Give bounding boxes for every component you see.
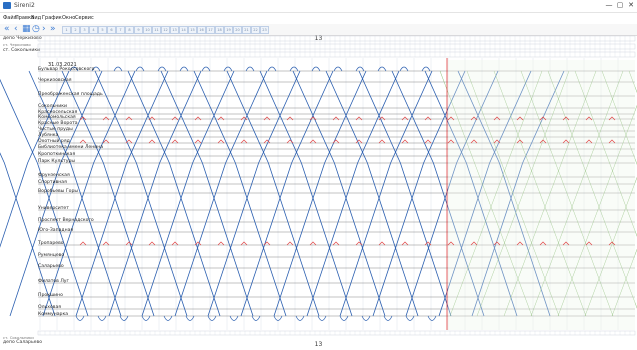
station-label: Филатов Луг: [38, 279, 69, 284]
hour-bottom-label: 13: [314, 341, 323, 348]
turnaround-loop: [119, 315, 129, 321]
station-label: Преображенская площадь: [38, 92, 103, 97]
delay-marker: [125, 241, 133, 246]
turnaround-loop: [421, 66, 431, 72]
station-label: Бульвар Рокоссовского: [38, 67, 95, 72]
station-label: Тропарево: [38, 241, 64, 246]
turnaround-loop: [75, 315, 85, 321]
turnaround-loop: [207, 315, 217, 321]
turnaround-loop: [333, 66, 343, 72]
delay-marker: [171, 116, 179, 121]
station-label: Библиотека имени Ленина: [38, 145, 104, 150]
delay-marker: [309, 241, 317, 246]
time-ruler-band: [37, 330, 636, 336]
delay-marker: [401, 116, 409, 121]
station-label: Парк Культуры: [38, 159, 75, 164]
turnaround-loop: [339, 315, 349, 321]
turnaround-loop: [405, 315, 415, 321]
turnaround-loop: [245, 66, 255, 72]
delay-marker: [171, 139, 179, 144]
delay-marker: [286, 241, 294, 246]
delay-marker: [79, 139, 87, 144]
turnaround-loop: [317, 315, 327, 321]
delay-marker: [171, 241, 179, 246]
time-ruler-band: [37, 51, 636, 58]
turnaround-loop: [377, 66, 387, 72]
turnaround-loop: [295, 315, 305, 321]
turnaround-loop: [229, 315, 239, 321]
delay-marker: [79, 241, 87, 246]
station-label: Воробьевы Горы: [38, 189, 79, 194]
delay-marker: [332, 241, 340, 246]
station-label: Саларьево: [38, 264, 64, 269]
turnaround-loop: [163, 315, 173, 321]
turnaround-loop: [399, 66, 409, 72]
station-label: Спортивная: [38, 180, 67, 185]
delay-marker: [194, 116, 202, 121]
delay-marker: [424, 139, 432, 144]
station-label: Черкизовская: [38, 78, 72, 83]
delay-marker: [148, 241, 156, 246]
station-label: Юго-Западная: [38, 228, 74, 233]
station-label: Румянцево: [38, 253, 65, 258]
turnaround-loop: [383, 315, 393, 321]
station-label: Проспект Вернадского: [38, 218, 94, 223]
turnaround-loop: [311, 66, 321, 72]
turnaround-loop: [201, 66, 211, 72]
delay-marker: [355, 116, 363, 121]
delay-marker: [217, 116, 225, 121]
turnaround-loop: [223, 66, 233, 72]
delay-marker: [148, 116, 156, 121]
delay-marker: [148, 139, 156, 144]
delay-marker: [263, 116, 271, 121]
station-label: Коммунарка: [38, 312, 69, 317]
station-label: Ольховая: [38, 305, 62, 310]
turnaround-loop: [113, 66, 123, 72]
station-label: Университет: [38, 206, 69, 211]
time-ruler-band: [37, 35, 636, 42]
turnaround-loop: [289, 66, 299, 72]
turnaround-loop: [427, 315, 437, 321]
station-label: Кропоткинская: [38, 152, 76, 157]
delay-marker: [125, 116, 133, 121]
turnaround-loop: [267, 66, 277, 72]
station-label: Прокшино: [38, 293, 63, 298]
delay-marker: [217, 139, 225, 144]
turnaround-loop: [135, 66, 145, 72]
delay-marker: [424, 116, 432, 121]
delay-marker: [286, 116, 294, 121]
delay-marker: [194, 139, 202, 144]
turnaround-loop: [141, 315, 151, 321]
planned-area: [448, 60, 635, 330]
delay-marker: [401, 241, 409, 246]
train-schedule-graph[interactable]: [0, 0, 637, 350]
delay-marker: [332, 116, 340, 121]
delay-marker: [217, 241, 225, 246]
turnaround-loop: [361, 315, 371, 321]
turnaround-loop: [251, 315, 261, 321]
turnaround-loop: [97, 315, 107, 321]
delay-marker: [309, 139, 317, 144]
station-label: Фрунзенская: [38, 173, 70, 178]
time-ruler-band: [37, 43, 636, 50]
delay-marker: [401, 139, 409, 144]
delay-marker: [309, 116, 317, 121]
turnaround-loop: [179, 66, 189, 72]
